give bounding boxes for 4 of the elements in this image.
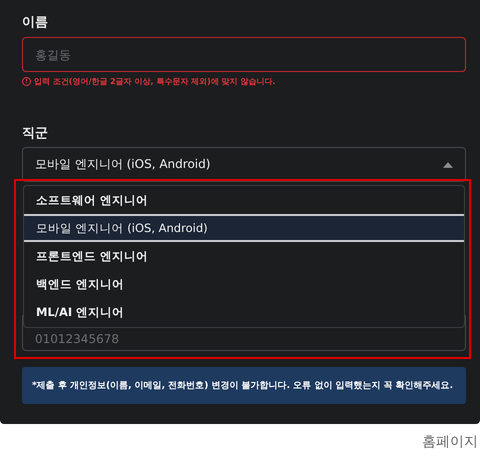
error-message: 입력 조건(영어/한글 2글자 이상, 특수문자 제외)에 맞지 않습니다. [34,76,276,87]
field-label: 이름 [22,14,49,32]
notice-banner: *제출 후 개인정보(이름, 이메일, 전화번호) 변경이 불가합니다. 오류 없이 입력했는지 꼭 확인해주세요. [22,367,466,404]
field-label: 직군 [22,125,49,143]
